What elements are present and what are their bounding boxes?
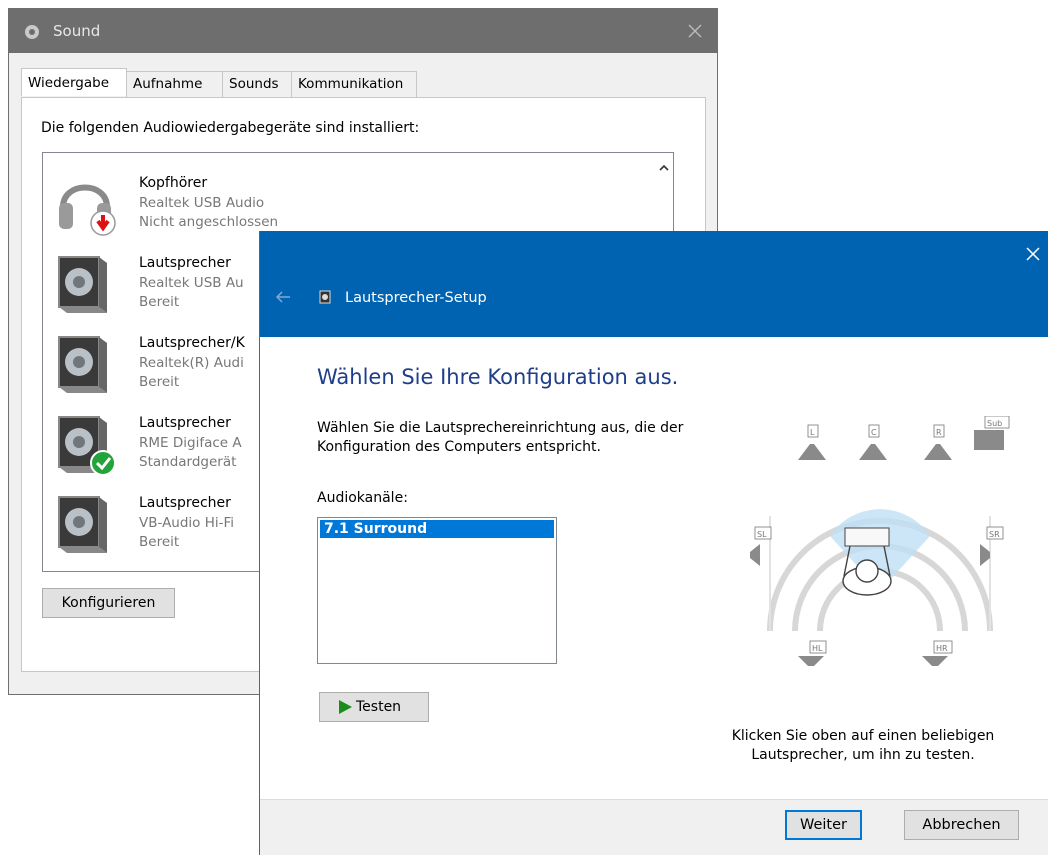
close-icon[interactable]: [683, 19, 707, 43]
back-arrow-icon[interactable]: [274, 289, 292, 305]
device-driver: Realtek USB Au: [139, 275, 244, 291]
sound-titlebar[interactable]: Sound: [9, 9, 717, 53]
svg-text:L: L: [810, 428, 815, 437]
svg-text:SR: SR: [989, 530, 1000, 539]
svg-text:C: C: [871, 428, 877, 437]
speaker-test-hint: Klicken Sie oben auf einen beliebigen La…: [731, 728, 995, 763]
device-status: Standardgerät: [139, 454, 237, 470]
tab-sounds[interactable]: Sounds: [222, 71, 292, 97]
speaker-center-icon: C: [859, 424, 887, 460]
device-status: Bereit: [139, 374, 180, 390]
device-driver: VB-Audio Hi-Fi: [139, 515, 235, 531]
speaker-icon: [58, 256, 107, 313]
sound-app-icon: [25, 25, 39, 39]
speaker-icon: [58, 416, 116, 476]
speaker-front-right-icon: R: [924, 424, 952, 460]
svg-text:HL: HL: [812, 644, 823, 653]
wizard-instruction: Wählen Sie die Lautsprechereinrichtung a…: [317, 420, 684, 455]
speaker-side-left-icon: SL: [750, 526, 772, 566]
test-button-label: Testen: [356, 699, 402, 715]
device-name: Lautsprecher: [139, 255, 231, 271]
svg-text:SL: SL: [757, 530, 767, 539]
speaker-rear-left-icon: HL: [798, 640, 827, 666]
speaker-app-icon: [319, 290, 331, 304]
device-status: Nicht angeschlossen: [139, 214, 279, 230]
speaker-setup-wizard: Lautsprecher-Setup Wählen Sie Ihre Konfi…: [259, 231, 1048, 855]
tab-aufnahme[interactable]: Aufnahme: [126, 71, 223, 97]
unplugged-badge-icon: [90, 210, 116, 236]
wizard-heading: Wählen Sie Ihre Konfiguration aus.: [317, 365, 679, 389]
speaker-icon: [58, 336, 107, 393]
playback-description: Die folgenden Audiowiedergabegeräte sind…: [41, 120, 420, 136]
cancel-button[interactable]: Abbrechen: [904, 810, 1019, 840]
close-icon[interactable]: [1024, 245, 1042, 263]
speaker-front-left-icon: L: [798, 424, 826, 460]
device-name: Lautsprecher: [139, 415, 231, 431]
next-button[interactable]: Weiter: [785, 810, 862, 840]
wizard-footer: Weiter Abbrechen: [260, 799, 1048, 855]
headphones-icon: [59, 184, 116, 236]
device-name: Lautsprecher: [139, 495, 231, 511]
svg-text:R: R: [936, 428, 942, 437]
sound-window-title: Sound: [53, 22, 101, 40]
wizard-title: Lautsprecher-Setup: [345, 290, 487, 306]
speaker-rear-right-icon: HR: [922, 640, 953, 666]
svg-text:HR: HR: [936, 644, 948, 653]
speaker-layout-diagram: L C R Sub SL SR HL HR: [750, 416, 1010, 666]
wizard-header[interactable]: Lautsprecher-Setup: [260, 231, 1048, 337]
chevron-up-icon[interactable]: [657, 161, 671, 175]
default-check-icon: [90, 450, 116, 476]
tab-wiedergabe[interactable]: Wiedergabe: [21, 68, 127, 96]
device-status: Bereit: [139, 534, 180, 550]
speaker-icon: [58, 496, 107, 553]
svg-text:Sub: Sub: [987, 419, 1002, 428]
device-driver: Realtek(R) Audi: [139, 355, 244, 371]
device-driver: Realtek USB Audio: [139, 195, 265, 211]
device-name: Kopfhörer: [139, 175, 208, 191]
play-icon: [339, 700, 352, 714]
audio-channels-label: Audiokanäle:: [317, 490, 408, 506]
configure-button[interactable]: Konfigurieren: [42, 588, 175, 618]
test-button[interactable]: Testen: [319, 692, 429, 722]
device-name: Lautsprecher/K: [139, 335, 245, 351]
device-status: Bereit: [139, 294, 180, 310]
speaker-subwoofer-icon: Sub: [974, 416, 1010, 450]
device-driver: RME Digiface A: [139, 435, 242, 451]
channel-option-selected[interactable]: 7.1 Surround: [320, 520, 554, 538]
audio-channels-list[interactable]: 7.1 Surround: [317, 517, 557, 664]
speaker-side-right-icon: SR: [980, 526, 1004, 566]
tab-kommunikation[interactable]: Kommunikation: [291, 71, 417, 97]
